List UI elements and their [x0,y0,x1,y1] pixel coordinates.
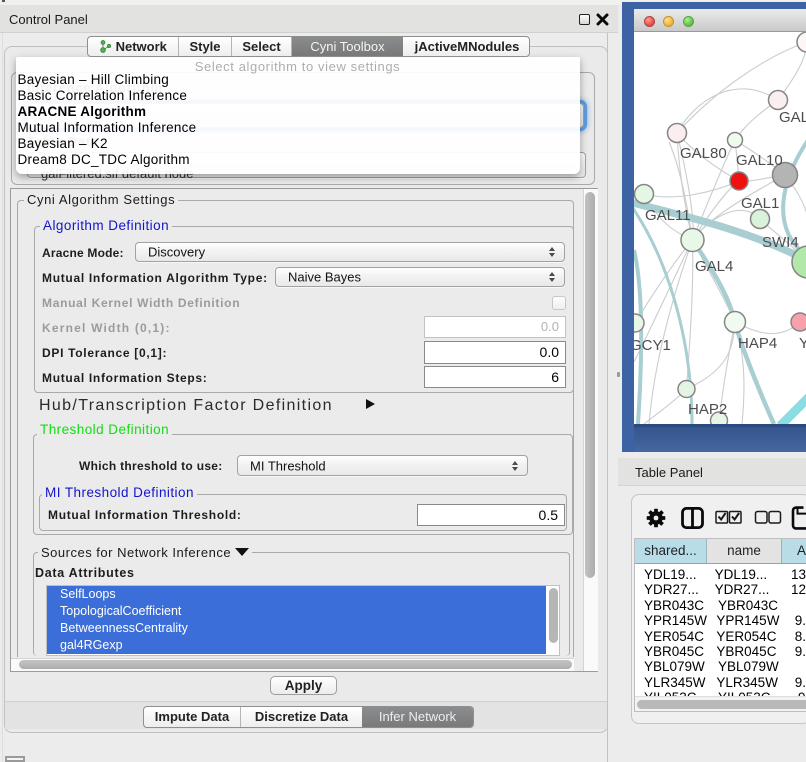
svg-text:GAL1: GAL1 [741,195,779,212]
svg-text:GAL7: GAL7 [779,109,806,126]
svg-text:GAL80: GAL80 [680,145,727,162]
svg-text:GCY1: GCY1 [634,337,671,354]
svg-text:HAP4: HAP4 [738,335,777,352]
svg-text:HAP2: HAP2 [688,401,727,418]
svg-text:GAL11: GAL11 [645,207,691,224]
svg-text:GAL10: GAL10 [736,152,783,169]
svg-text:Y: Y [799,335,806,352]
svg-text:SWI4: SWI4 [762,234,799,251]
svg-text:GAL4: GAL4 [695,258,733,275]
